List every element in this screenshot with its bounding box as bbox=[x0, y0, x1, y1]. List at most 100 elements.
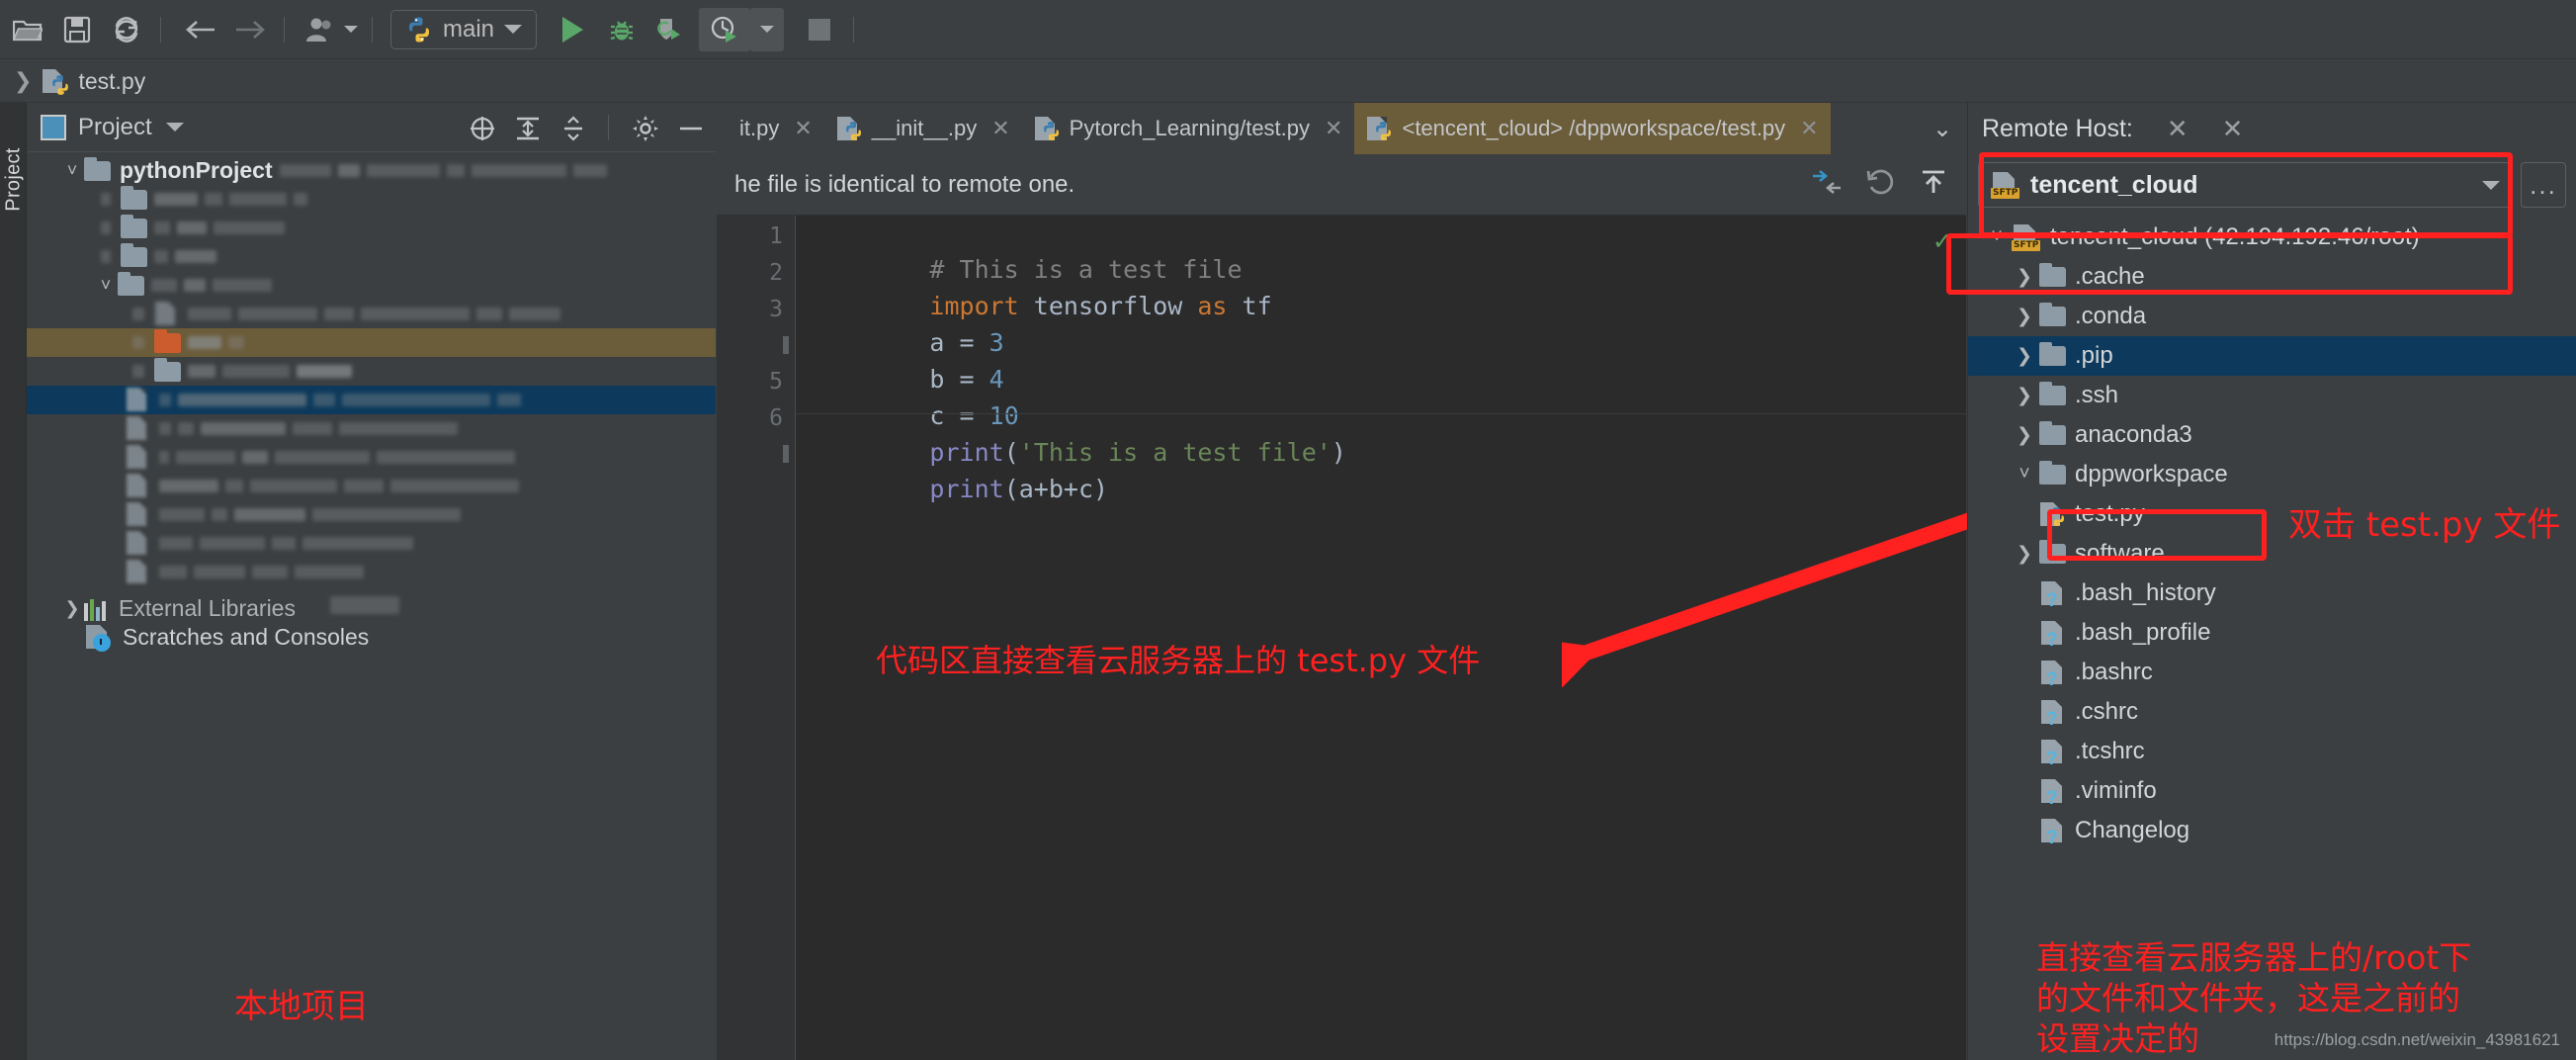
remote-tree-row-dppworkspace[interactable]: ˅ dppworkspace bbox=[1968, 455, 2576, 494]
chevron-down-icon[interactable]: ˅ bbox=[94, 275, 118, 296]
tree-row[interactable] bbox=[27, 472, 716, 500]
run-button[interactable] bbox=[551, 8, 594, 51]
remote-tree-row-viminfo[interactable]: ? .viminfo bbox=[1968, 771, 2576, 811]
chevron-right-icon[interactable]: ❯ bbox=[2010, 424, 2039, 447]
code-line-7: print(a+b+c) bbox=[811, 439, 1108, 540]
python-file-icon bbox=[126, 444, 152, 471]
chevron-down-icon[interactable] bbox=[165, 123, 184, 132]
tree-row-root[interactable]: ˅ pythonProject bbox=[27, 156, 716, 185]
editor-tab-0[interactable]: it.py ✕ bbox=[717, 103, 824, 154]
file-question-icon: ? bbox=[2039, 739, 2066, 768]
remote-tree-row-bash-history[interactable]: ? .bash_history bbox=[1968, 574, 2576, 613]
tree-row-scratches[interactable]: Scratches and Consoles bbox=[27, 623, 716, 652]
remote-tree-row-root[interactable]: ˅ SFTP tencent_cloud (42.194.192.46/root… bbox=[1968, 218, 2576, 257]
chevron-down-icon[interactable] bbox=[504, 25, 523, 34]
editor-tab-2[interactable]: Pytorch_Learning/test.py ✕ bbox=[1022, 103, 1355, 154]
tree-row[interactable] bbox=[27, 185, 716, 214]
chevron-right-icon[interactable]: ❯ bbox=[60, 598, 84, 619]
remote-tree-row-conda[interactable]: ❯ .conda bbox=[1968, 297, 2576, 336]
forward-arrow-icon[interactable] bbox=[228, 8, 272, 51]
remote-tree-row-changelog[interactable]: ? Changelog bbox=[1968, 811, 2576, 850]
settings-gear-icon[interactable] bbox=[631, 114, 658, 141]
editor-tab-1[interactable]: __init__.py ✕ bbox=[824, 103, 1022, 154]
run-configuration-selector[interactable]: main bbox=[390, 9, 538, 49]
close-icon[interactable]: ✕ bbox=[991, 116, 1009, 141]
revert-icon[interactable] bbox=[1865, 167, 1897, 202]
run-with-coverage-button[interactable] bbox=[649, 8, 693, 51]
line-number: 5 bbox=[769, 369, 783, 395]
remote-tree-row-cshrc[interactable]: ? .cshrc bbox=[1968, 692, 2576, 732]
remote-tree-row-bashrc[interactable]: ? .bashrc bbox=[1968, 653, 2576, 692]
profile-button[interactable] bbox=[699, 7, 751, 51]
chevron-down-icon[interactable] bbox=[760, 26, 775, 33]
debug-button[interactable] bbox=[600, 8, 644, 51]
editor-tab-3-active[interactable]: <tencent_cloud> /dppworkspace/test.py ✕ bbox=[1354, 103, 1831, 154]
tree-row[interactable] bbox=[27, 214, 716, 242]
chevron-down-icon[interactable]: ˅ bbox=[2010, 464, 2039, 486]
tab-label: <tencent_cloud> /dppworkspace/test.py bbox=[1402, 116, 1786, 140]
chevron-down-icon[interactable] bbox=[344, 26, 358, 33]
tree-row[interactable] bbox=[27, 529, 716, 558]
tree-row-external-libraries[interactable]: ❯ External Libraries bbox=[27, 594, 716, 623]
close-icon[interactable]: ✕ bbox=[794, 116, 812, 141]
chevron-down-icon[interactable]: ˅ bbox=[60, 160, 84, 181]
tool-window-button-project[interactable]: Project bbox=[3, 138, 26, 221]
breadcrumb-item[interactable]: test.py bbox=[78, 68, 145, 95]
diff-icon[interactable] bbox=[1810, 167, 1844, 202]
editor-gutter[interactable]: 1 2 3 5 6 bbox=[717, 216, 796, 1060]
code-token: tensorflow bbox=[1018, 292, 1198, 320]
expand-all-icon[interactable] bbox=[513, 114, 541, 141]
remote-connection-value: tencent_cloud bbox=[2030, 170, 2198, 199]
remote-tree-row-tcshrc[interactable]: ? .tcshrc bbox=[1968, 732, 2576, 771]
remote-tree-row-bash-profile[interactable]: ? .bash_profile bbox=[1968, 613, 2576, 653]
remote-host-header: Remote Host: ✕ ✕ bbox=[1968, 103, 2576, 154]
hide-panel-icon[interactable] bbox=[676, 114, 704, 141]
remote-tree-label: software bbox=[2075, 540, 2165, 567]
close-icon[interactable]: ✕ bbox=[1325, 116, 1342, 141]
code-token: (a+b+c) bbox=[1003, 475, 1109, 503]
chevron-down-icon[interactable]: ˅ bbox=[1982, 226, 2012, 248]
close-icon[interactable]: ✕ bbox=[2222, 114, 2244, 144]
tree-row[interactable] bbox=[27, 443, 716, 472]
remote-more-button[interactable]: ... bbox=[2521, 162, 2566, 208]
remote-tree-row-ssh[interactable]: ❯ .ssh bbox=[1968, 376, 2576, 415]
remote-tree-row-cache[interactable]: ❯ .cache bbox=[1968, 257, 2576, 297]
python-file-icon bbox=[42, 68, 69, 95]
tree-row[interactable] bbox=[27, 300, 716, 328]
tree-row[interactable] bbox=[27, 357, 716, 386]
tree-row-highlighted[interactable] bbox=[27, 328, 716, 357]
tree-row-selected[interactable] bbox=[27, 386, 716, 414]
chevron-right-icon[interactable]: ❯ bbox=[2010, 266, 2039, 289]
save-icon[interactable] bbox=[55, 8, 99, 51]
sync-icon[interactable] bbox=[105, 8, 148, 51]
profile-dropdown[interactable] bbox=[750, 7, 785, 51]
chevron-right-icon[interactable]: ❯ bbox=[2010, 345, 2039, 368]
python-icon bbox=[405, 16, 433, 44]
upload-icon[interactable] bbox=[1919, 167, 1948, 202]
chevron-right-icon[interactable]: ❯ bbox=[2010, 385, 2039, 407]
tab-label: Pytorch_Learning/test.py bbox=[1069, 116, 1311, 140]
remote-connection-select[interactable]: SFTP tencent_cloud bbox=[1978, 162, 2513, 208]
chevron-down-icon[interactable]: ⌄ bbox=[1919, 103, 1966, 154]
close-icon[interactable]: ✕ bbox=[2167, 114, 2189, 144]
chevron-right-icon[interactable]: ❯ bbox=[2010, 306, 2039, 328]
tree-row[interactable] bbox=[27, 414, 716, 443]
tree-row[interactable] bbox=[27, 558, 716, 586]
remote-tree-row-anaconda3[interactable]: ❯ anaconda3 bbox=[1968, 415, 2576, 455]
tree-row[interactable] bbox=[27, 500, 716, 529]
stop-button[interactable] bbox=[798, 8, 841, 51]
chevron-right-icon[interactable]: ❯ bbox=[2010, 543, 2039, 566]
code-content-divider bbox=[796, 413, 1966, 414]
code-editor[interactable]: 1 2 3 5 6 # This is a test file import t… bbox=[717, 216, 1966, 1060]
tree-row[interactable] bbox=[27, 242, 716, 271]
remote-tree-row-pip[interactable]: ❯ .pip bbox=[1968, 336, 2576, 376]
open-folder-icon[interactable] bbox=[6, 8, 49, 51]
vcs-user-icon[interactable] bbox=[302, 8, 360, 51]
file-question-icon: ? bbox=[2039, 818, 2066, 847]
collapse-all-icon[interactable] bbox=[558, 114, 586, 141]
back-arrow-icon[interactable] bbox=[179, 8, 222, 51]
chevron-down-icon[interactable] bbox=[2482, 180, 2500, 190]
locate-icon[interactable] bbox=[468, 114, 495, 141]
close-icon[interactable]: ✕ bbox=[1800, 116, 1818, 141]
tree-row[interactable]: ˅ bbox=[27, 271, 716, 300]
